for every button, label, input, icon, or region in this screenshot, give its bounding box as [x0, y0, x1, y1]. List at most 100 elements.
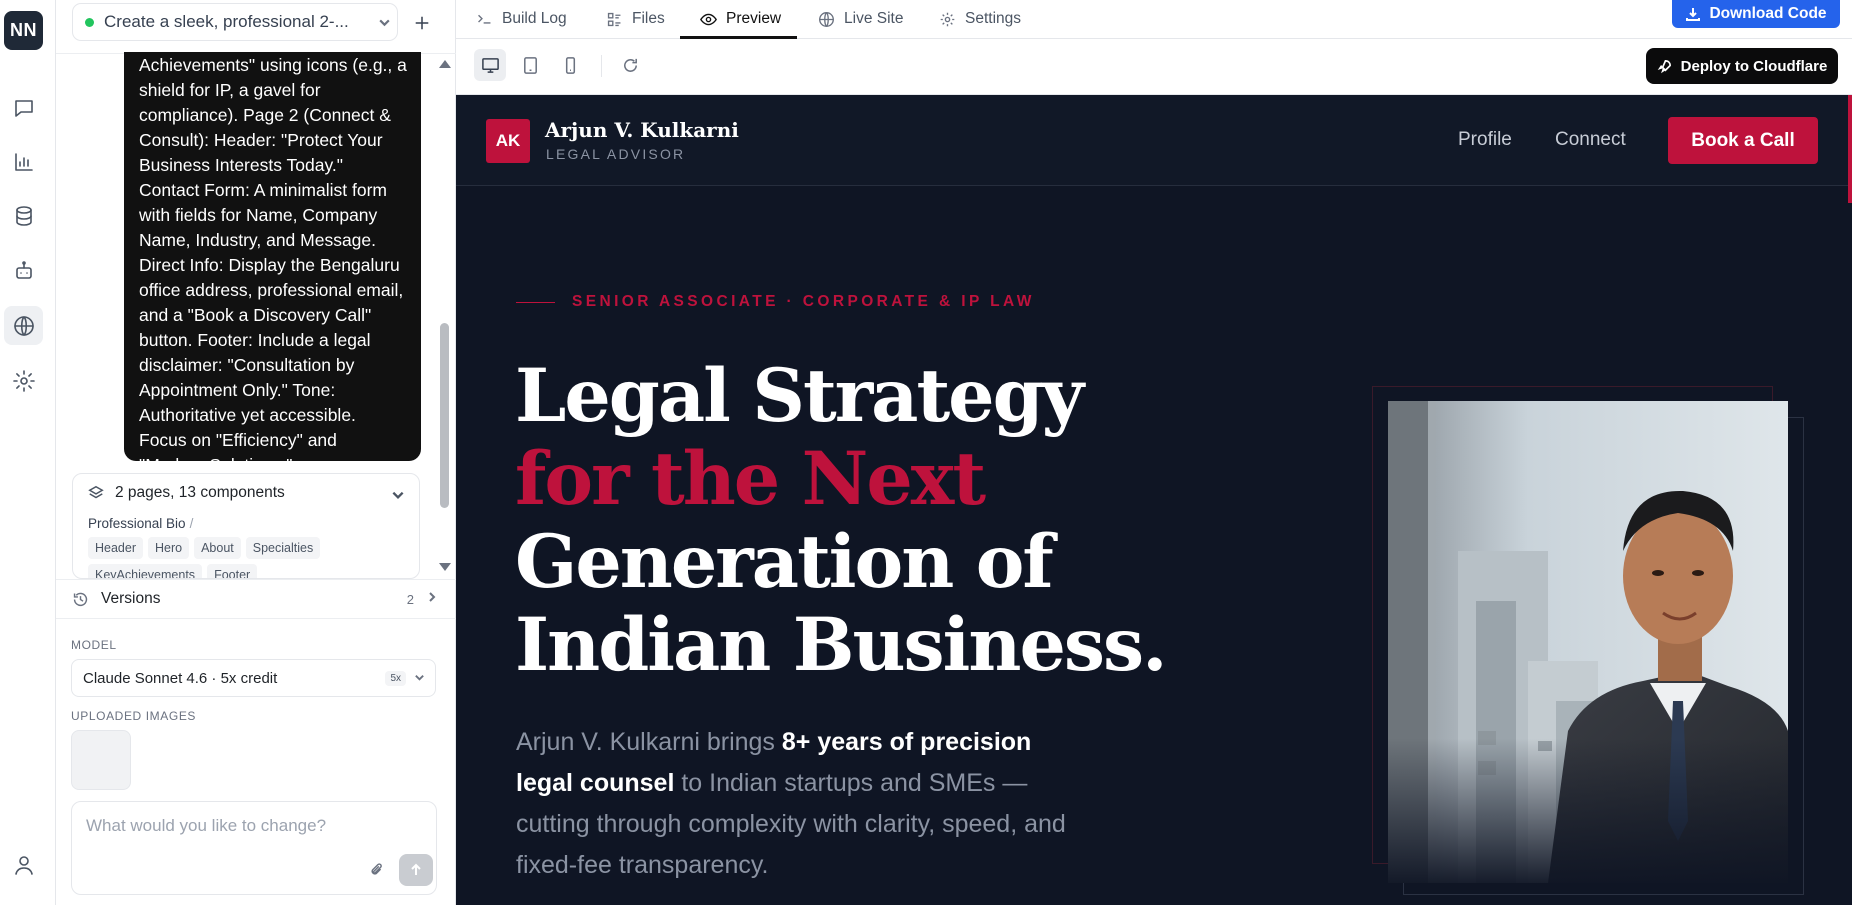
scroll-thumb[interactable]	[440, 323, 449, 508]
tab-label: Build Log	[502, 10, 567, 27]
download-code-button[interactable]: Download Code	[1672, 0, 1840, 28]
hero-lede: Arjun V. Kulkarni brings 8+ years of pre…	[516, 722, 1076, 886]
component-chip[interactable]: KeyAchievements	[88, 564, 203, 578]
bot-icon[interactable]	[4, 251, 43, 290]
tab-files[interactable]: Files	[606, 0, 665, 38]
arrow-up-icon	[411, 863, 421, 875]
chat-panel: Create a sleek, professional 2-... Achie…	[56, 0, 456, 905]
tablet-view-icon[interactable]	[514, 49, 546, 81]
history-icon	[73, 592, 88, 606]
workspace: Build Log Files Preview Live Site Settin…	[456, 0, 1852, 905]
refresh-icon[interactable]	[614, 49, 646, 81]
hero-eyebrow: SENIOR ASSOCIATE · CORPORATE & IP LAW	[516, 293, 1035, 311]
toolbar-divider	[601, 55, 602, 77]
mobile-view-icon[interactable]	[554, 49, 586, 81]
pages-summary: 2 pages, 13 components	[115, 484, 285, 501]
chevron-down-icon[interactable]	[391, 488, 405, 507]
versions-row[interactable]: Versions 2	[56, 579, 456, 619]
download-icon	[1686, 8, 1701, 21]
chat-icon[interactable]	[4, 88, 43, 127]
database-icon[interactable]	[4, 196, 43, 235]
site-name: Arjun V. Kulkarni	[545, 118, 739, 142]
tab-preview[interactable]: Preview	[700, 0, 781, 38]
nav-link-connect[interactable]: Connect	[1555, 129, 1626, 151]
chevron-down-icon	[371, 16, 397, 29]
globe-icon[interactable]	[4, 306, 43, 345]
chart-icon[interactable]	[4, 142, 43, 181]
site-role: LEGAL ADVISOR	[546, 146, 686, 162]
chat-scrollbar[interactable]	[437, 55, 451, 575]
page-separator: /	[189, 516, 194, 531]
scroll-down-icon[interactable]	[439, 563, 451, 571]
paperclip-icon[interactable]	[368, 861, 388, 881]
versions-label: Versions	[101, 590, 161, 607]
tab-settings[interactable]: Settings	[939, 0, 1021, 38]
chevron-down-icon	[414, 670, 425, 687]
user-icon[interactable]	[4, 845, 43, 884]
preview-toolbar: Deploy to Cloudflare	[456, 39, 1852, 95]
credit-badge: 5x	[385, 670, 406, 686]
uploaded-image-thumbnail[interactable]	[71, 730, 131, 790]
headline-line-1: Legal Strategy	[515, 353, 1084, 439]
eyebrow-line	[516, 301, 555, 303]
globe-icon	[819, 11, 834, 27]
component-chip[interactable]: Hero	[148, 537, 190, 559]
component-chip[interactable]: Footer	[207, 564, 258, 578]
site-header: AK Arjun V. Kulkarni LEGAL ADVISOR Profi…	[456, 95, 1852, 203]
status-dot	[85, 17, 94, 27]
gear-icon	[940, 12, 955, 26]
tab-build-log[interactable]: Build Log	[476, 0, 567, 38]
model-value: Claude Sonnet 4.6 · 5x credit	[83, 669, 278, 687]
icon-rail: NN	[0, 0, 56, 905]
uploads-label: UPLOADED IMAGES	[71, 709, 197, 723]
tab-live-site[interactable]: Live Site	[818, 0, 903, 38]
site-preview: AK Arjun V. Kulkarni LEGAL ADVISOR Profi…	[456, 95, 1852, 905]
model-label: MODEL	[71, 638, 117, 652]
component-chips: Header Hero About Specialties KeyAchieve…	[88, 537, 388, 578]
tab-label: Files	[632, 10, 665, 27]
headline-line-3: Generation of	[515, 519, 1054, 605]
new-project-button[interactable]	[408, 9, 436, 37]
pages-summary-card[interactable]: 2 pages, 13 components Professional Bio /…	[72, 473, 420, 579]
page-name-row: Professional Bio /	[88, 516, 193, 531]
user-message-text: Achievements" using icons (e.g., a shiel…	[139, 55, 407, 461]
portrait-photo	[1388, 401, 1788, 883]
send-button[interactable]	[399, 854, 433, 886]
scroll-up-icon[interactable]	[439, 60, 451, 68]
deploy-label: Deploy to Cloudflare	[1680, 57, 1828, 75]
message-composer	[71, 801, 437, 895]
tab-label: Settings	[965, 10, 1022, 27]
deploy-cloudflare-button[interactable]: Deploy to Cloudflare	[1646, 48, 1838, 84]
tab-label: Preview	[726, 10, 782, 27]
lede-text: Arjun V. Kulkarni brings	[516, 728, 782, 756]
plus-icon	[415, 16, 429, 30]
chevron-right-icon	[426, 590, 438, 608]
gear-icon[interactable]	[4, 361, 43, 400]
book-call-button[interactable]: Book a Call	[1668, 117, 1818, 164]
layers-icon	[88, 485, 104, 499]
versions-count: 2	[406, 591, 414, 607]
tab-bar: Build Log Files Preview Live Site Settin…	[456, 0, 1852, 39]
eyebrow-text: SENIOR ASSOCIATE · CORPORATE & IP LAW	[572, 293, 1035, 310]
site-scroll-indicator	[1848, 95, 1852, 203]
message-input[interactable]	[86, 816, 416, 846]
download-label: Download Code	[1709, 5, 1827, 22]
hero-headline: Legal Strategy for the Next Generation o…	[515, 353, 1168, 688]
headline-line-4: Indian Business.	[515, 602, 1168, 688]
component-chip[interactable]: Specialties	[245, 537, 321, 559]
desktop-view-icon[interactable]	[474, 49, 506, 81]
eye-icon	[700, 13, 717, 25]
model-selector[interactable]: Claude Sonnet 4.6 · 5x credit 5x	[71, 659, 436, 697]
project-selector[interactable]: Create a sleek, professional 2-...	[72, 3, 398, 41]
user-message-bubble: Achievements" using icons (e.g., a shiel…	[124, 52, 421, 461]
tab-label: Live Site	[844, 10, 904, 27]
rocket-icon	[1657, 59, 1671, 73]
workspace-avatar[interactable]: NN	[4, 11, 43, 50]
terminal-icon	[478, 14, 491, 24]
page-name: Professional Bio	[88, 516, 186, 531]
component-chip[interactable]: Header	[88, 537, 143, 559]
site-logo[interactable]: AK	[486, 119, 530, 163]
project-title: Create a sleek, professional 2-...	[104, 12, 349, 31]
nav-link-profile[interactable]: Profile	[1458, 129, 1512, 151]
component-chip[interactable]: About	[194, 537, 241, 559]
